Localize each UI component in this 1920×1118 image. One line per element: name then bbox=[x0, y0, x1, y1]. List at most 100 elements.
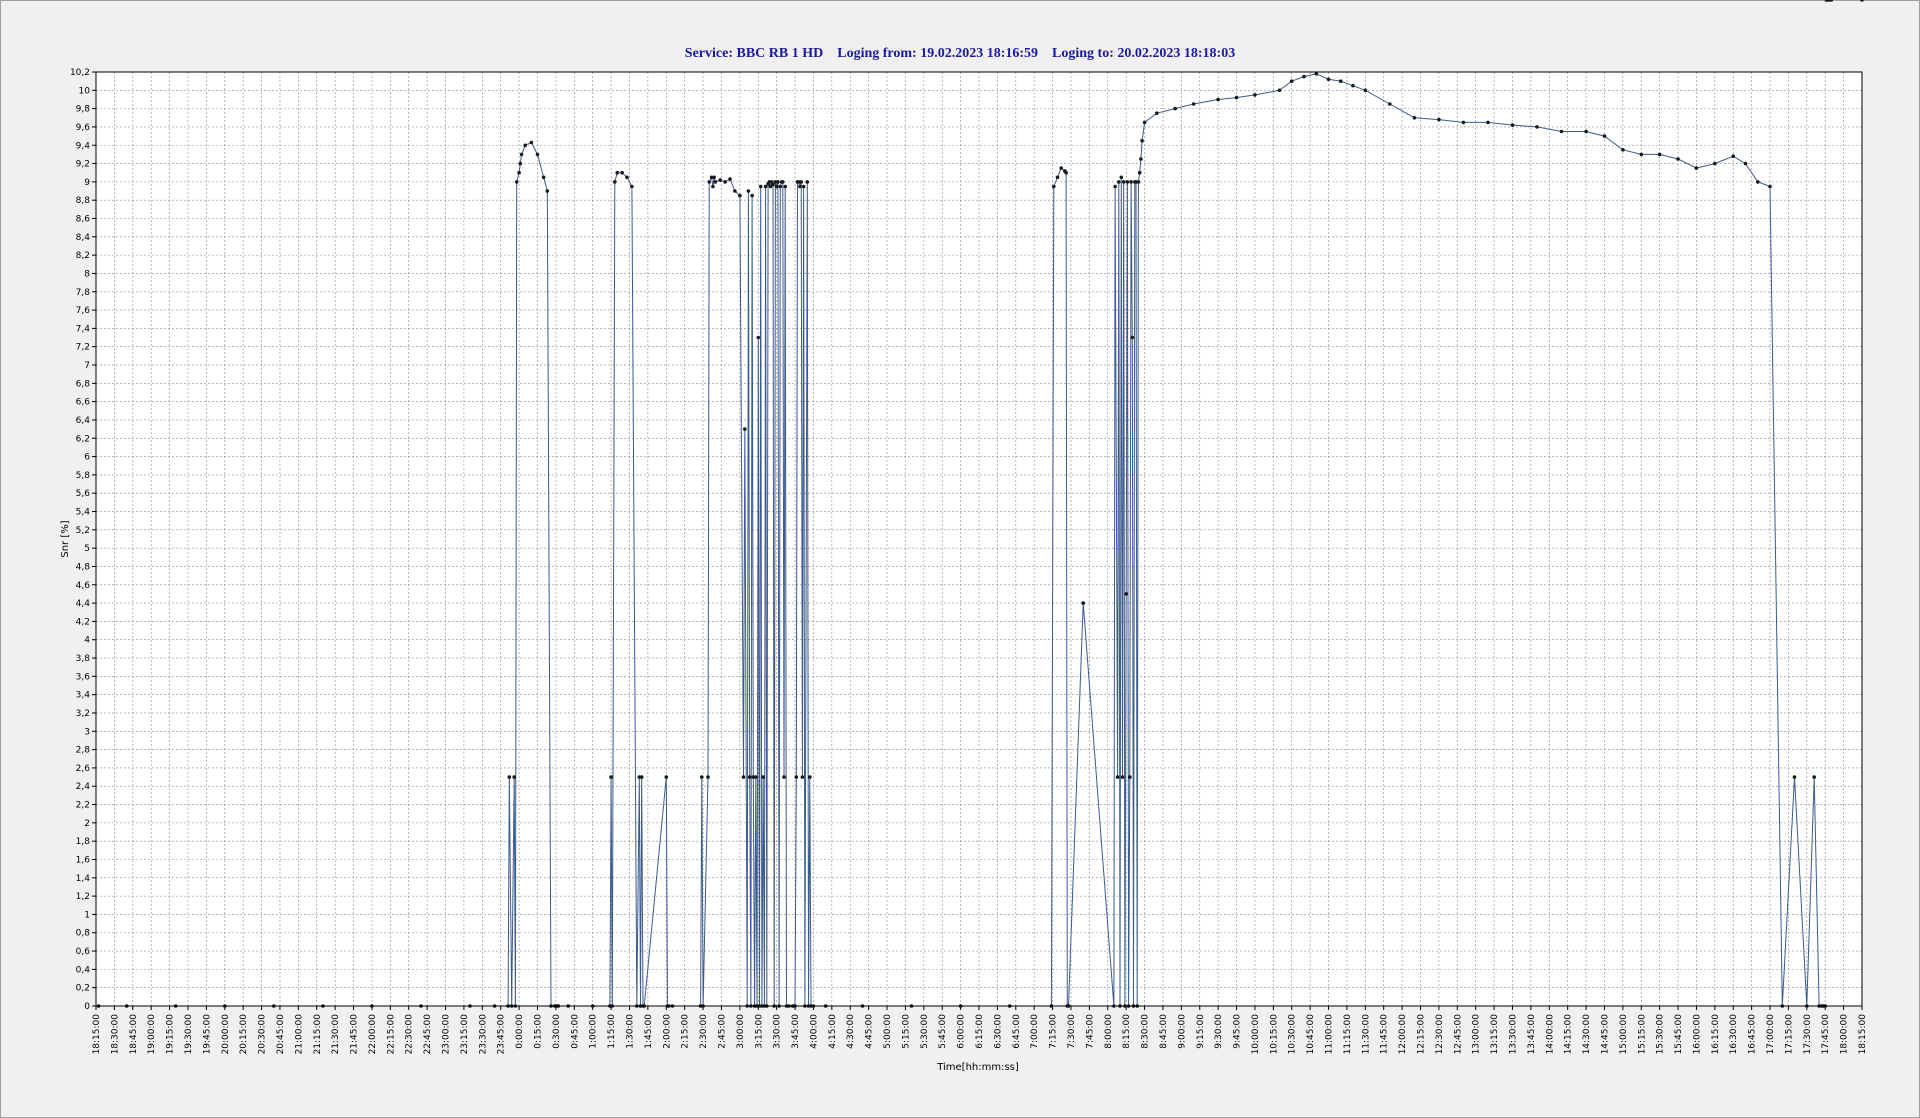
snr-data-point bbox=[535, 152, 540, 157]
snr-data-point bbox=[1055, 175, 1060, 180]
snr-data-point bbox=[615, 170, 619, 175]
snr-data-point bbox=[609, 775, 613, 779]
y-tick-label: 7,2 bbox=[76, 343, 90, 353]
x-tick-label: 8:30:00 bbox=[1141, 1014, 1151, 1049]
y-tick-label: 7,8 bbox=[76, 288, 91, 298]
snr-data-point bbox=[718, 178, 722, 182]
x-tick-label: 15:00:00 bbox=[1619, 1014, 1629, 1055]
x-tick-label: 6:15:00 bbox=[975, 1014, 985, 1049]
snr-data-point bbox=[1289, 79, 1294, 83]
snr-data-point bbox=[630, 184, 634, 189]
y-tick-label: 4,6 bbox=[76, 581, 91, 591]
x-tick-label: 14:45:00 bbox=[1600, 1014, 1610, 1055]
y-tick-label: 3,4 bbox=[76, 691, 91, 701]
snr-data-point bbox=[738, 193, 742, 198]
x-tick-label: 13:00:00 bbox=[1472, 1014, 1482, 1055]
snr-data-point bbox=[664, 775, 669, 779]
x-tick-label: 23:30:00 bbox=[478, 1014, 488, 1055]
y-tick-label: 9,8 bbox=[76, 105, 91, 115]
snr-data-point bbox=[1064, 170, 1068, 175]
y-tick-label: 6,4 bbox=[76, 416, 91, 426]
x-tick-label: 2:15:00 bbox=[681, 1014, 691, 1049]
y-tick-label: 1,6 bbox=[76, 855, 91, 865]
y-tick-label: 7,4 bbox=[76, 324, 91, 334]
snr-data-point bbox=[507, 775, 512, 779]
snr-data-point bbox=[625, 175, 629, 180]
x-tick-label: 14:00:00 bbox=[1545, 1014, 1555, 1055]
y-tick-label: 6,8 bbox=[76, 379, 91, 389]
x-tick-label: 15:45:00 bbox=[1674, 1014, 1684, 1055]
snr-data-point bbox=[1191, 102, 1196, 106]
snr-data-point bbox=[706, 775, 710, 779]
x-tick-label: 3:00:00 bbox=[736, 1014, 746, 1049]
x-tick-label: 13:15:00 bbox=[1490, 1014, 1500, 1055]
y-tick-label: 5 bbox=[84, 544, 90, 554]
y-tick-label: 5,6 bbox=[76, 489, 91, 499]
snr-data-point bbox=[1535, 125, 1539, 129]
snr-data-point bbox=[771, 182, 775, 187]
snr-data-point bbox=[1461, 120, 1466, 125]
x-tick-label: 11:45:00 bbox=[1380, 1014, 1390, 1055]
x-tick-label: 20:00:00 bbox=[221, 1014, 231, 1055]
y-tick-label: 1,4 bbox=[76, 874, 91, 884]
y-tick-label: 2 bbox=[84, 819, 90, 829]
x-tick-label: 13:30:00 bbox=[1508, 1014, 1518, 1055]
x-tick-label: 11:00:00 bbox=[1325, 1014, 1335, 1055]
snr-data-point bbox=[733, 189, 737, 193]
snr-data-point bbox=[1234, 95, 1239, 100]
x-tick-label: 4:15:00 bbox=[828, 1014, 838, 1049]
snr-data-point bbox=[1510, 123, 1515, 127]
x-tick-label: 10:30:00 bbox=[1288, 1014, 1298, 1055]
snr-data-point bbox=[1437, 117, 1441, 122]
x-tick-label: 19:00:00 bbox=[147, 1014, 157, 1055]
x-tick-label: 21:15:00 bbox=[313, 1014, 323, 1055]
snr-data-point bbox=[1388, 102, 1392, 106]
x-tick-label: 22:45:00 bbox=[423, 1014, 433, 1055]
x-tick-label: 7:30:00 bbox=[1067, 1014, 1077, 1049]
x-axis-label: Time[hh:mm:ss] bbox=[936, 1062, 1019, 1073]
y-tick-label: 0,8 bbox=[76, 929, 91, 939]
snr-data-point bbox=[1602, 134, 1607, 138]
x-tick-label: 10:45:00 bbox=[1306, 1014, 1316, 1055]
x-tick-label: 5:15:00 bbox=[901, 1014, 911, 1049]
snr-data-point bbox=[798, 184, 802, 189]
snr-data-point bbox=[774, 184, 779, 189]
snr-data-point bbox=[1756, 180, 1760, 184]
snr-data-point bbox=[794, 775, 799, 779]
x-tick-label: 16:45:00 bbox=[1748, 1014, 1758, 1055]
y-tick-label: 1 bbox=[84, 910, 90, 920]
snr-data-point bbox=[1731, 154, 1735, 158]
x-tick-label: 8:45:00 bbox=[1159, 1014, 1169, 1049]
x-tick-label: 12:30:00 bbox=[1435, 1014, 1445, 1055]
y-tick-label: 1,2 bbox=[76, 892, 90, 902]
x-tick-label: 16:30:00 bbox=[1729, 1014, 1739, 1055]
x-tick-label: 9:15:00 bbox=[1196, 1014, 1206, 1049]
snr-data-point bbox=[778, 184, 783, 189]
x-tick-label: 13:45:00 bbox=[1527, 1014, 1537, 1055]
x-tick-label: 0:00:00 bbox=[515, 1014, 525, 1049]
snr-data-point bbox=[1657, 152, 1662, 157]
y-tick-label: 6 bbox=[84, 453, 90, 463]
snr-data-point bbox=[1173, 106, 1177, 111]
x-tick-label: 12:15:00 bbox=[1417, 1014, 1427, 1055]
y-tick-label: 3,8 bbox=[76, 654, 91, 664]
y-tick-label: 0,4 bbox=[76, 965, 91, 975]
snr-data-point bbox=[801, 184, 806, 189]
snr-data-point bbox=[758, 184, 763, 189]
x-tick-label: 14:15:00 bbox=[1564, 1014, 1574, 1055]
snr-data-point bbox=[700, 775, 704, 779]
snr-data-point bbox=[1139, 157, 1143, 161]
y-tick-label: 5,8 bbox=[76, 471, 91, 481]
x-tick-label: 20:15:00 bbox=[239, 1014, 249, 1055]
x-tick-label: 17:45:00 bbox=[1821, 1014, 1831, 1055]
x-tick-label: 20:45:00 bbox=[276, 1014, 286, 1055]
x-tick-label: 22:15:00 bbox=[386, 1014, 396, 1055]
y-tick-label: 0 bbox=[84, 1002, 90, 1012]
x-tick-label: 11:15:00 bbox=[1343, 1014, 1353, 1055]
snr-data-point bbox=[512, 775, 516, 779]
x-tick-label: 5:30:00 bbox=[920, 1014, 930, 1049]
snr-data-point bbox=[514, 180, 519, 184]
y-tick-label: 5,4 bbox=[76, 508, 91, 518]
snr-data-point bbox=[712, 175, 716, 180]
x-tick-label: 3:30:00 bbox=[773, 1014, 783, 1049]
